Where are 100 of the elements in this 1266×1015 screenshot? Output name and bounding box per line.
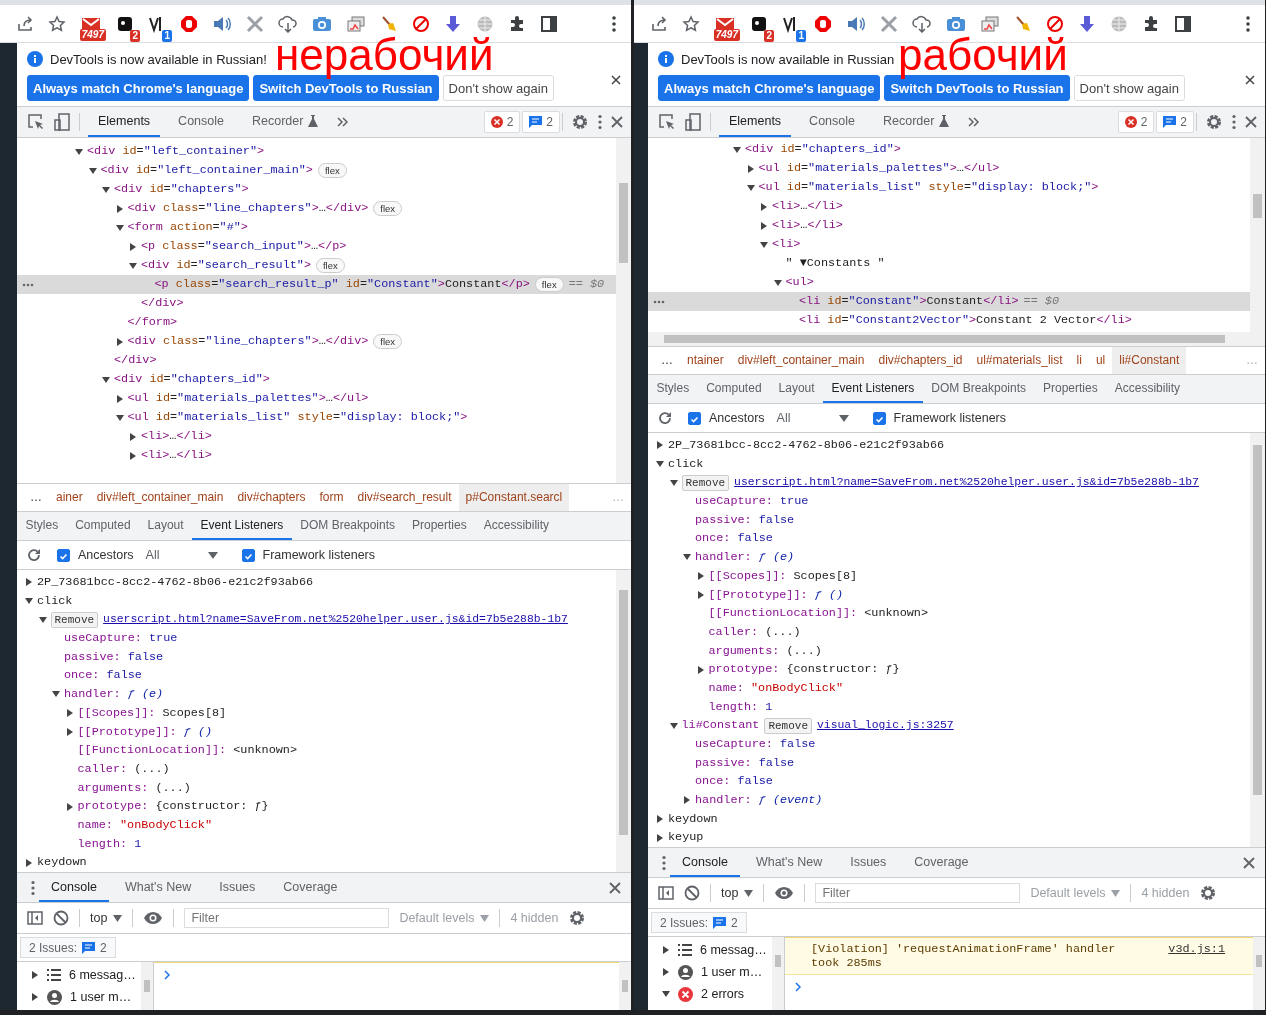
console-sidebar-item[interactable]: 1 user m… [31, 986, 141, 1008]
disclosure-triangle-icon[interactable] [25, 597, 33, 606]
panel-tab[interactable]: Recorder [873, 107, 960, 137]
dom-node-markup[interactable]: <li>…</li> [141, 427, 212, 446]
close-icon[interactable] [1245, 75, 1255, 85]
issues-button[interactable]: 2 Issues: 2 [20, 937, 116, 958]
settings-icon[interactable] [568, 909, 587, 927]
error-counter[interactable]: 2 [483, 111, 521, 133]
breadcrumb[interactable]: li#Constant [1112, 347, 1187, 374]
disclosure-triangle-icon[interactable] [102, 185, 110, 194]
breadcrumb[interactable]: div#chapters [230, 484, 313, 511]
disclosure-triangle-icon[interactable] [115, 337, 124, 346]
disclosure-triangle-icon[interactable] [683, 796, 691, 805]
disclosure-triangle-icon[interactable] [696, 590, 705, 599]
flex-badge[interactable]: flex [373, 334, 403, 349]
close-icon[interactable] [1245, 116, 1257, 128]
scrollbar[interactable] [1253, 937, 1265, 1010]
dom-node-markup[interactable]: <div id="left_container"> [87, 142, 265, 161]
side-panel-icon[interactable] [540, 14, 558, 33]
source-link[interactable]: v3d.js:1 [1168, 942, 1225, 971]
menu-icon[interactable] [611, 14, 617, 33]
breadcrumb-overflow[interactable]: … [23, 484, 49, 511]
event-type-label[interactable]: keydown [668, 809, 718, 829]
console-sidebar-item[interactable]: 6 messag… [31, 964, 141, 986]
console-sidebar-item[interactable]: 2 errors [662, 983, 772, 1006]
sidebar-tab[interactable]: Computed [697, 375, 771, 403]
drawer-tab[interactable]: What's New [743, 848, 835, 878]
dom-node-markup[interactable]: <div id="left_container_main"> [100, 161, 313, 180]
dom-node-markup[interactable]: <li>…</li> [772, 197, 843, 216]
menu-icon[interactable] [662, 854, 666, 871]
refresh-icon[interactable] [658, 411, 672, 425]
infobar-button[interactable]: Don't show again [442, 75, 554, 101]
disclosure-triangle-icon[interactable] [102, 375, 110, 384]
dom-node-markup[interactable]: </div> [114, 351, 157, 370]
stop-hand-icon[interactable] [180, 14, 198, 33]
filter-input[interactable]: Filter [184, 908, 390, 928]
sidebar-tab[interactable]: DOM Breakpoints [922, 375, 1035, 403]
disclosure-triangle-icon[interactable] [662, 990, 670, 999]
disclosure-triangle-icon[interactable] [760, 221, 768, 230]
breadcrumb[interactable]: ntainer [680, 347, 731, 374]
breadcrumb[interactable]: ul [1088, 347, 1113, 374]
panel-tab[interactable]: Elements [88, 107, 161, 137]
dom-node-markup[interactable]: <div id="chapters_id"> [114, 370, 270, 389]
checkbox[interactable] [688, 411, 701, 425]
dom-node-markup[interactable]: </form> [127, 313, 178, 332]
event-type-label[interactable]: keydown [37, 853, 87, 872]
menu-icon[interactable] [1231, 114, 1237, 130]
mail-icon[interactable] [714, 16, 736, 31]
message-counter[interactable]: 2 [1156, 111, 1194, 133]
square-icon[interactable] [116, 14, 134, 33]
menu-icon[interactable] [1245, 14, 1251, 33]
down-arrow-icon[interactable] [1078, 14, 1096, 33]
disclosure-triangle-icon[interactable] [656, 833, 664, 842]
drawer-tab[interactable]: Console [39, 873, 109, 902]
flex-badge[interactable]: flex [317, 163, 347, 178]
selected-row-highlight[interactable]: <p class="search_result_p" id="Constant">Constant</p> flex == $0 [17, 275, 616, 294]
dom-node-markup[interactable]: <li>…</li> [141, 446, 212, 465]
disclosure-triangle-icon[interactable] [31, 971, 39, 979]
remove-button[interactable]: Remove [764, 717, 812, 734]
checkbox[interactable] [241, 548, 255, 562]
disclosure-triangle-icon[interactable] [683, 553, 691, 562]
disclosure-triangle-icon[interactable] [25, 858, 33, 867]
sidebar-tab[interactable]: Event Listeners [192, 512, 292, 540]
dom-node-markup[interactable]: " ▼Constants " [785, 254, 885, 273]
dom-node-markup[interactable]: <ul id="materials_palettes">…</ul> [758, 159, 1000, 178]
scrollbar[interactable] [616, 570, 631, 872]
dom-node-markup[interactable]: <ul id="materials_list" style="display: block;"> [758, 178, 1099, 197]
sidebar-toggle-icon[interactable] [658, 885, 674, 902]
disclosure-triangle-icon[interactable] [129, 261, 137, 270]
sidebar-tab[interactable]: Properties [403, 512, 476, 540]
drawer-tab[interactable]: Console [670, 848, 740, 878]
event-type-label[interactable]: click [37, 591, 73, 611]
dom-node-markup[interactable]: <p class="search_result_p" id="Constant">Constant</p> [154, 275, 530, 294]
puzzle-icon[interactable] [508, 14, 526, 33]
source-link[interactable]: userscript.html?name=SaveFrom.net%2520helper.user.js&id=7b5e288b-1b7 [734, 473, 1199, 493]
speaker-icon[interactable] [212, 14, 232, 33]
breadcrumb-overflow[interactable]: … [654, 347, 680, 374]
disclosure-triangle-icon[interactable] [129, 242, 137, 251]
infobar-button[interactable]: Don't show again [1073, 75, 1185, 101]
disclosure-triangle-icon[interactable] [129, 451, 137, 460]
disclosure-triangle-icon[interactable] [773, 278, 782, 287]
share-icon[interactable] [16, 14, 34, 33]
more-dots-icon[interactable] [653, 300, 665, 304]
scrollbar[interactable] [619, 962, 631, 1010]
settings-icon[interactable] [1199, 884, 1218, 903]
dom-node-markup[interactable]: <div class="line_chapters">…</div> [127, 332, 369, 351]
sidebar-tab[interactable]: Styles [648, 375, 698, 403]
blocked-circle-icon[interactable] [1046, 14, 1064, 33]
sidebar-tab[interactable]: DOM Breakpoints [291, 512, 404, 540]
checkbox[interactable] [57, 548, 70, 562]
broom-icon[interactable] [1014, 14, 1032, 33]
star-icon[interactable] [48, 14, 66, 33]
event-type-label[interactable]: 2P_73681bcc-8cc2-4762-8b06-e21c2f93ab66 [668, 436, 945, 455]
source-link[interactable]: visual_logic.js:3257 [817, 716, 954, 735]
breadcrumb[interactable]: div#chapters_id [871, 347, 970, 374]
disclosure-triangle-icon[interactable] [760, 202, 768, 211]
breadcrumb[interactable]: div#left_container_main [89, 484, 231, 511]
disclosure-triangle-icon[interactable] [656, 460, 664, 469]
issues-button[interactable]: 2 Issues: 2 [651, 912, 747, 934]
event-type-label[interactable]: 2P_73681bcc-8cc2-4762-8b06-e21c2f93ab66 [37, 573, 314, 592]
